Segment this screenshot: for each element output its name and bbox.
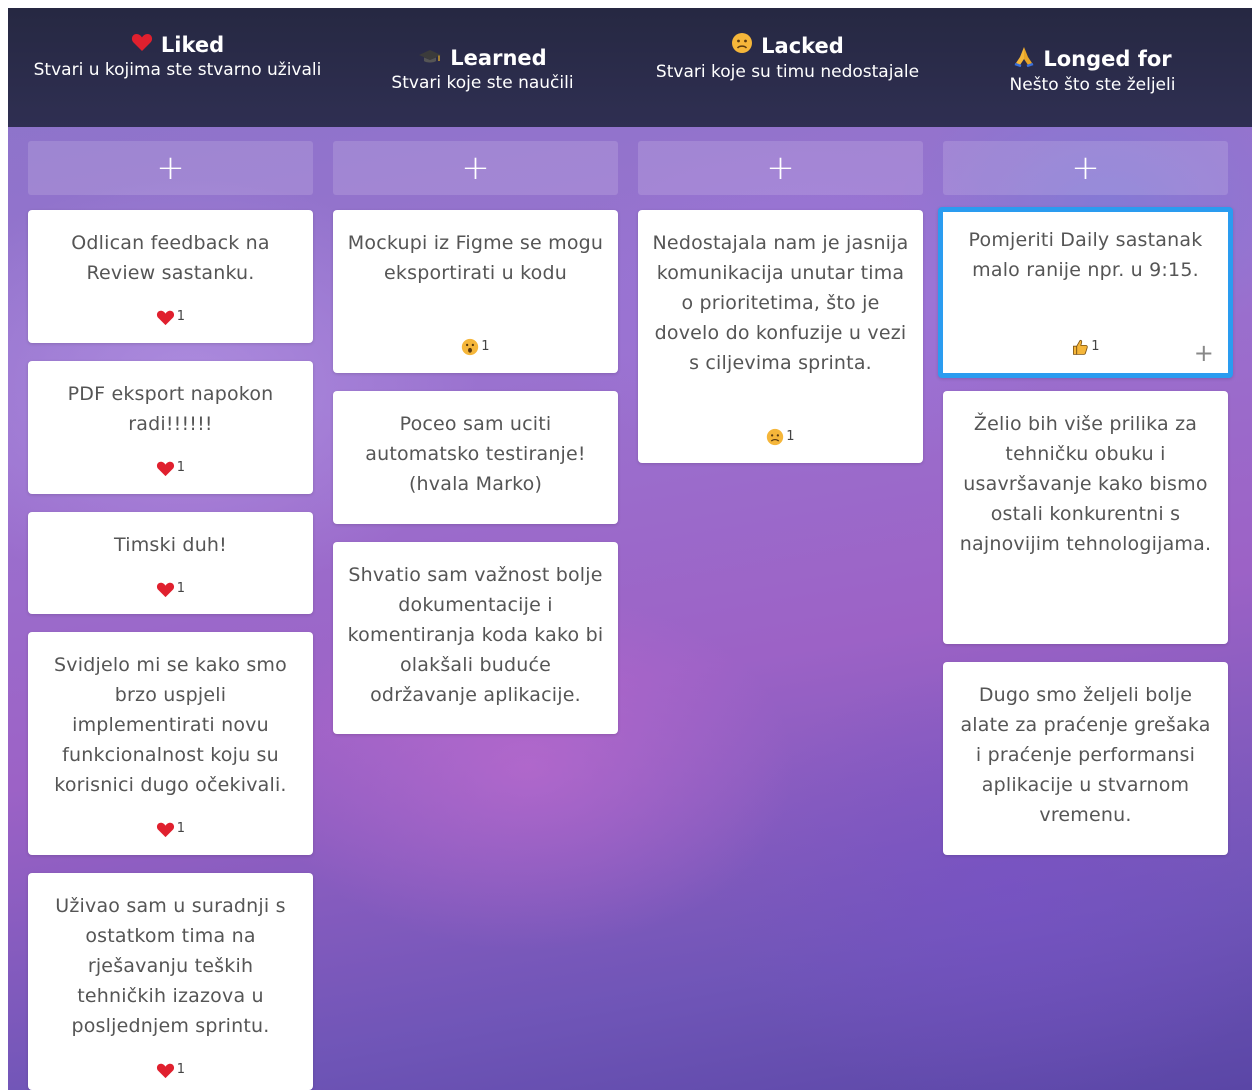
card-liked[interactable]: Timski duh! 1 xyxy=(28,512,313,614)
reaction-count: 1 xyxy=(176,309,186,324)
reaction-vote[interactable]: 1 xyxy=(638,422,923,452)
sad-face-icon xyxy=(731,32,753,60)
sad-face-icon xyxy=(766,428,784,446)
praying-hands-icon xyxy=(1013,45,1035,73)
heart-icon xyxy=(156,1062,175,1079)
card-liked[interactable]: Uživao sam u suradnji s ostatkom tima na… xyxy=(28,873,313,1090)
heart-icon xyxy=(131,32,153,58)
card-longed-for[interactable]: Dugo smo željeli bolje alate za praćenje… xyxy=(943,662,1228,855)
card-text: Pomjeriti Daily sastanak malo ranije npr… xyxy=(968,229,1203,281)
column-header-learned: Learned Stvari koje ste naučili xyxy=(330,45,635,96)
reaction-count: 1 xyxy=(176,1062,186,1077)
card-text: Timski duh! xyxy=(114,534,227,556)
reaction-vote[interactable]: 1 xyxy=(333,332,618,362)
column-header-longed-for: Longed for Nešto što ste željeli xyxy=(940,45,1245,98)
card-text: Želio bih više prilika za tehničku obuku… xyxy=(959,413,1212,555)
card-text: Poceo sam uciti automatsko testiranje! (… xyxy=(365,413,586,495)
add-card-button-liked[interactable]: + xyxy=(28,141,313,195)
add-card-button-longed-for[interactable]: + xyxy=(943,141,1228,195)
heart-icon xyxy=(156,581,175,598)
reaction-vote[interactable]: 1 xyxy=(28,453,313,483)
reaction-count: 1 xyxy=(176,821,186,836)
retro-board: Liked Stvari u kojima ste stvarno užival… xyxy=(8,8,1252,1090)
column-subtitle: Stvari u kojima ste stvarno uživali xyxy=(33,60,322,80)
add-card-button-learned[interactable]: + xyxy=(333,141,618,195)
card-lacked[interactable]: Nedostajala nam je jasnija komunikacija … xyxy=(638,210,923,463)
column-header-lacked: Lacked Stvari koje su timu nedostajale xyxy=(635,32,940,85)
reaction-count: 1 xyxy=(481,339,490,354)
card-liked[interactable]: PDF eksport napokon radi!!!!!! 1 xyxy=(28,361,313,494)
column-subtitle: Stvari koje su timu nedostajale xyxy=(655,62,920,82)
column-title: Liked xyxy=(160,33,225,57)
plus-icon: + xyxy=(1071,148,1100,188)
card-text: Dugo smo željeli bolje alate za praćenje… xyxy=(960,684,1211,826)
card-liked[interactable]: Odlican feedback na Review sastanku. 1 xyxy=(28,210,313,343)
card-text: Mockupi iz Figme se mogu eksportirati u … xyxy=(347,232,604,284)
column-subtitle: Nešto što ste željeli xyxy=(1009,75,1176,95)
reaction-count: 1 xyxy=(786,429,795,444)
card-text: Odlican feedback na Review sastanku. xyxy=(71,232,270,284)
heart-icon xyxy=(156,460,175,477)
heart-icon xyxy=(156,309,175,326)
card-text: Nedostajala nam je jasnija komunikacija … xyxy=(652,232,909,374)
plus-icon: + xyxy=(766,148,795,188)
card-longed-for[interactable]: Želio bih više prilika za tehničku obuku… xyxy=(943,391,1228,644)
column-header-liked: Liked Stvari u kojima ste stvarno užival… xyxy=(25,32,330,83)
thumbs-up-icon xyxy=(1071,338,1089,356)
reaction-vote[interactable]: 1 xyxy=(28,1055,313,1085)
card-learned[interactable]: Poceo sam uciti automatsko testiranje! (… xyxy=(333,391,618,524)
column-subtitle: Stvari koje ste naučili xyxy=(391,73,574,93)
card-text: Uživao sam u suradnji s ostatkom tima na… xyxy=(55,895,286,1037)
reaction-vote[interactable]: 1 xyxy=(943,332,1228,362)
reaction-vote[interactable]: 1 xyxy=(28,574,313,604)
card-text: PDF eksport napokon radi!!!!!! xyxy=(67,383,274,435)
card-learned[interactable]: Shvatio sam važnost bolje dokumentacije … xyxy=(333,542,618,734)
add-reaction-button[interactable]: + xyxy=(1194,341,1214,365)
board-header: Liked Stvari u kojima ste stvarno užival… xyxy=(8,8,1252,127)
reaction-count: 1 xyxy=(1091,339,1100,354)
reaction-count: 1 xyxy=(176,581,186,596)
plus-icon: + xyxy=(461,148,490,188)
column-title: Longed for xyxy=(1043,47,1172,71)
reaction-vote[interactable]: 1 xyxy=(28,302,313,332)
heart-icon xyxy=(156,821,175,838)
card-liked[interactable]: Svidjelo mi se kako smo brzo uspjeli imp… xyxy=(28,632,313,855)
column-title: Learned xyxy=(450,46,547,70)
surprised-face-icon xyxy=(461,338,479,356)
card-text: Svidjelo mi se kako smo brzo uspjeli imp… xyxy=(54,654,287,796)
column-title: Lacked xyxy=(761,34,844,58)
add-card-button-lacked[interactable]: + xyxy=(638,141,923,195)
card-text: Shvatio sam važnost bolje dokumentacije … xyxy=(347,564,604,706)
reaction-vote[interactable]: 1 xyxy=(28,814,313,844)
card-learned[interactable]: Mockupi iz Figme se mogu eksportirati u … xyxy=(333,210,618,373)
reaction-count: 1 xyxy=(176,460,186,475)
plus-icon: + xyxy=(156,148,185,188)
card-longed-for-selected[interactable]: Pomjeriti Daily sastanak malo ranije npr… xyxy=(938,207,1233,378)
graduation-cap-icon xyxy=(418,45,442,71)
